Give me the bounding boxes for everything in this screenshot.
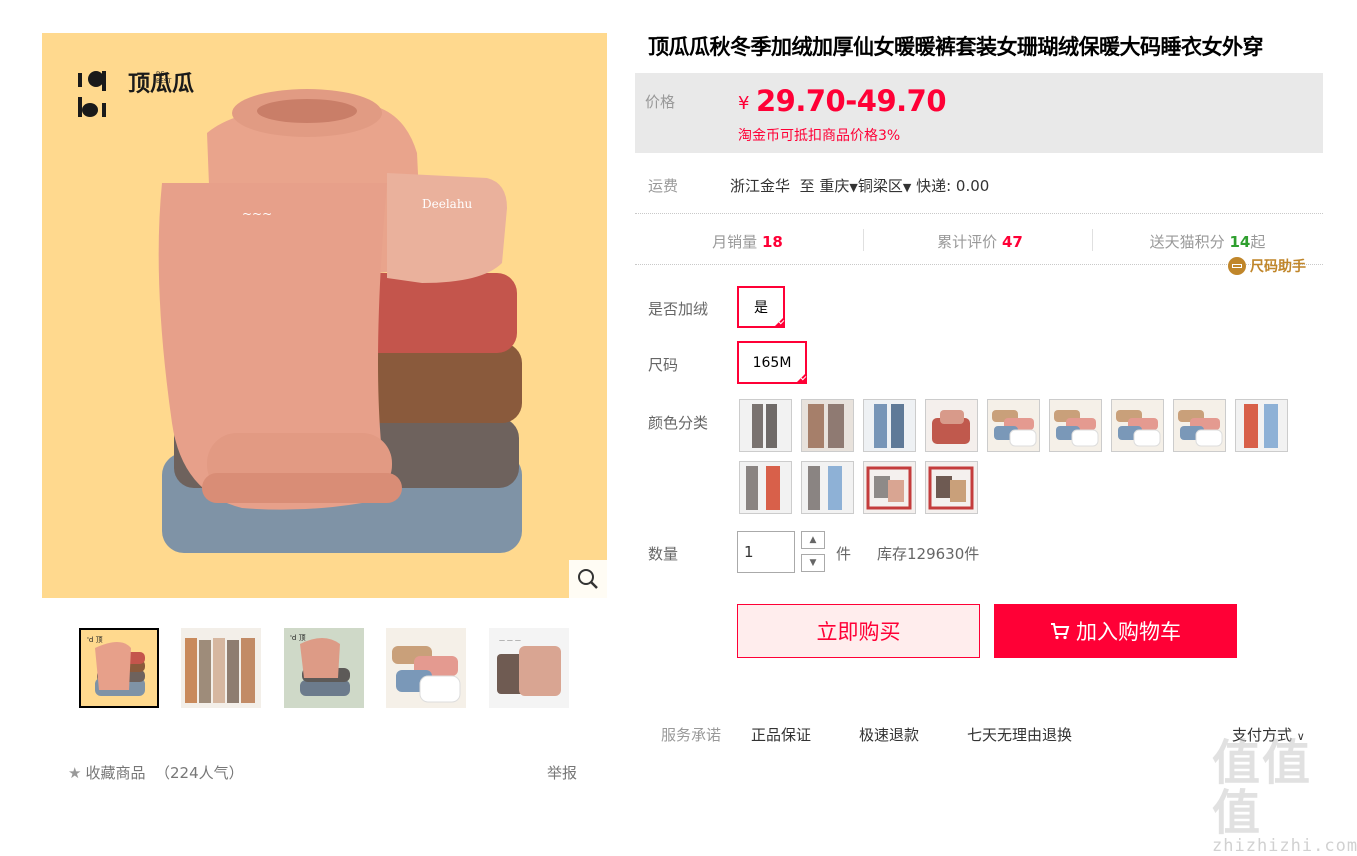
- magnifier-icon: [578, 569, 598, 589]
- color-option[interactable]: [801, 461, 854, 514]
- zoom-button[interactable]: [569, 560, 607, 598]
- stock-count: 库存129630件: [877, 545, 980, 563]
- color-option[interactable]: [1173, 399, 1226, 452]
- taojinbi-note: 淘金币可抵扣商品价格3%: [738, 128, 901, 144]
- thumbnail-image: — — —: [489, 628, 569, 708]
- thumbnail-image: 'd 顶: [81, 630, 157, 706]
- color-option[interactable]: [1049, 399, 1102, 452]
- chevron-down-icon: ▼: [902, 181, 912, 194]
- chevron-down-icon: ▼: [809, 558, 817, 568]
- thumbnail-2[interactable]: [181, 628, 261, 708]
- price-value: 29.70-49.70: [756, 84, 947, 118]
- ruler-icon: [1228, 257, 1246, 275]
- quantity-decrease-button[interactable]: ▼: [801, 554, 825, 572]
- thumbnail-image: [386, 628, 466, 708]
- thumbnail-5[interactable]: — — —: [489, 628, 569, 708]
- price-panel: 价格 ¥ 29.70-49.70 淘金币可抵扣商品价格3%: [635, 73, 1323, 153]
- divider: [635, 213, 1323, 214]
- main-product-image[interactable]: Deelahu ~~~ 顶瓜瓜 DE BEST: [42, 33, 607, 598]
- thumbnail-1[interactable]: 'd 顶: [79, 628, 159, 708]
- color-option[interactable]: [925, 461, 978, 514]
- selected-check-icon: [795, 372, 807, 384]
- product-photo: Deelahu ~~~: [158, 89, 522, 553]
- quantity-unit: 件: [836, 545, 852, 563]
- color-option[interactable]: [1235, 399, 1288, 452]
- size-option-label: 165M: [752, 354, 792, 371]
- size-option-165m[interactable]: 165M: [737, 341, 807, 384]
- stat-divider: [1092, 229, 1093, 251]
- thumbnail-image: 'd 顶: [284, 628, 364, 708]
- fleece-label: 是否加绒: [648, 300, 709, 318]
- quantity-input[interactable]: 1: [737, 531, 795, 573]
- svg-text:'d 顶: 'd 顶: [290, 634, 306, 642]
- color-option[interactable]: [739, 399, 792, 452]
- tmall-points: 送天猫积分 14起: [1149, 233, 1266, 251]
- thumbnail-3[interactable]: 'd 顶: [284, 628, 364, 708]
- brand-logo-en: DE BEST: [156, 71, 172, 85]
- product-title: 顶瓜瓜秋冬季加绒加厚仙女暖暖裤套装女珊瑚绒保暖大码睡衣女外穿: [648, 35, 1264, 59]
- currency-symbol: ¥: [738, 93, 750, 114]
- color-option[interactable]: [925, 399, 978, 452]
- svg-text:Deelahu: Deelahu: [422, 197, 473, 211]
- price-label: 价格: [645, 93, 676, 111]
- color-option[interactable]: [1111, 399, 1164, 452]
- quantity-increase-button[interactable]: ▲: [801, 531, 825, 549]
- size-label: 尺码: [648, 356, 679, 374]
- city-select[interactable]: 重庆▼: [819, 177, 857, 195]
- favorite-product[interactable]: ★ 收藏商品 （224人气）: [68, 762, 244, 783]
- watermark-chars: 值值值: [1212, 735, 1313, 841]
- quantity-label: 数量: [648, 545, 679, 563]
- svg-text:— — —: — — —: [499, 637, 521, 644]
- watermark-site: zhizhizhi.com: [1212, 836, 1357, 856]
- report-link[interactable]: 举报: [547, 762, 577, 783]
- monthly-sales: 月销量 18: [712, 233, 783, 251]
- thumbnail-image: [181, 628, 261, 708]
- color-option[interactable]: [987, 399, 1040, 452]
- shipping-info: 浙江金华 至 重庆▼铜梁区▼ 快递: 0.00: [730, 175, 989, 196]
- color-label: 颜色分类: [648, 414, 709, 432]
- thumbnail-4[interactable]: [386, 628, 466, 708]
- size-helper-button[interactable]: 尺码助手: [1228, 256, 1306, 276]
- chevron-down-icon: ▼: [849, 181, 858, 194]
- buy-now-label: 立即购买: [816, 620, 901, 644]
- stat-divider: [863, 229, 864, 251]
- add-to-cart-label: 加入购物车: [1076, 620, 1181, 644]
- svg-text:~~~: ~~~: [242, 207, 272, 221]
- star-icon: ★: [68, 764, 82, 782]
- favorite-popularity: （224人气）: [155, 764, 244, 782]
- color-option[interactable]: [739, 461, 792, 514]
- total-reviews[interactable]: 累计评价 47: [905, 231, 1055, 252]
- fleece-option-label: 是: [754, 300, 768, 316]
- svg-text:'d 顶: 'd 顶: [87, 636, 103, 644]
- selected-check-icon: [773, 316, 785, 328]
- service-label: 服务承诺: [661, 726, 722, 744]
- color-option[interactable]: [863, 399, 916, 452]
- divider: [635, 264, 1323, 265]
- watermark: 值值值 zhizhizhi.com: [1212, 738, 1357, 856]
- buy-now-button[interactable]: 立即购买: [737, 604, 980, 658]
- brand-logo-mark: [78, 71, 118, 123]
- fleece-option-yes[interactable]: 是: [737, 286, 785, 328]
- color-option[interactable]: [801, 399, 854, 452]
- add-to-cart-button[interactable]: 加入购物车: [994, 604, 1237, 658]
- ship-from: 浙江金华: [730, 177, 791, 195]
- favorite-label: 收藏商品: [85, 764, 146, 782]
- district-select[interactable]: 铜梁区▼: [858, 177, 911, 195]
- cart-icon: [1051, 623, 1070, 640]
- color-option[interactable]: [863, 461, 916, 514]
- service-fast-refund[interactable]: 极速退款: [859, 724, 919, 745]
- express-fee: 快递: 0.00: [916, 177, 990, 195]
- ship-to-word: 至: [799, 177, 815, 195]
- service-genuine[interactable]: 正品保证: [751, 724, 811, 745]
- shipping-label: 运费: [648, 177, 679, 195]
- chevron-up-icon: ▲: [809, 535, 817, 545]
- service-7day-return[interactable]: 七天无理由退换: [967, 724, 1072, 745]
